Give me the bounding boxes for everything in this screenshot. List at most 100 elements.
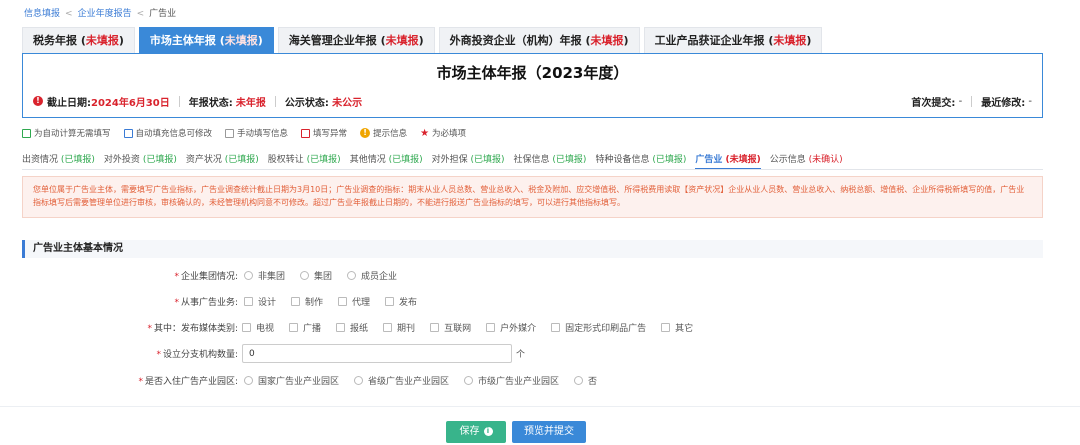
checkbox-icon	[291, 297, 301, 306]
branch-count-input[interactable]	[242, 344, 512, 363]
tab-industrial-product-report[interactable]: 工业产品获证企业年报 (未填报)	[643, 27, 823, 53]
branch-label: * 设立分支机构数量:	[156, 350, 238, 360]
info-icon: i	[483, 426, 493, 436]
radio-city-park[interactable]: 市级广告业产业园区	[464, 374, 559, 387]
nav-other[interactable]: 其他情况 (已填报)	[350, 152, 423, 170]
checkbox-outdoor[interactable]: 户外媒介	[486, 321, 536, 334]
radio-icon	[347, 271, 357, 280]
deadline-label: 截止日期:	[47, 97, 91, 109]
section-title: 广告业主体基本情况	[22, 240, 1043, 258]
blue-box-icon	[123, 128, 133, 138]
form-row-branch: *设立分支机构数量: 个	[22, 344, 525, 363]
breadcrumb-separator: <	[136, 9, 145, 19]
nav-guarantee[interactable]: 对外担保 (已填报)	[432, 152, 505, 170]
checkbox-icon	[430, 323, 440, 332]
checkbox-production[interactable]: 制作	[291, 295, 323, 308]
checkbox-periodical[interactable]: 期刊	[383, 321, 415, 334]
legend-required: ★ 为必填项	[420, 127, 467, 140]
nav-public-info[interactable]: 公示信息 (未确认)	[770, 152, 843, 170]
footer-divider	[0, 406, 1080, 407]
report-status-row: ! 截止日期: 2024年6月30日 年报状态: 未年报 公示状态: 未公示 首…	[33, 92, 1032, 110]
nav-capital[interactable]: 出资情况 (已填报)	[22, 152, 95, 170]
tab-customs-report[interactable]: 海关管理企业年报 (未填报)	[277, 27, 435, 53]
park-label: * 是否入住广告产业园区:	[138, 377, 238, 387]
radio-icon	[300, 271, 310, 280]
checkbox-agency[interactable]: 代理	[338, 295, 370, 308]
nav-investment[interactable]: 对外投资 (已填报)	[104, 152, 177, 170]
public-status-label: 公示状态:	[284, 97, 329, 109]
nav-equity-transfer[interactable]: 股权转让 (已填报)	[268, 152, 341, 170]
divider	[274, 95, 276, 107]
checkbox-other[interactable]: 其它	[661, 321, 693, 334]
radio-no-park[interactable]: 否	[574, 374, 597, 387]
radio-icon	[464, 376, 474, 385]
legend: 为自动计算无需填写 自动填充信息可修改 手动填写信息 填写异常 ! 提示信息 ★ 为…	[22, 127, 479, 139]
radio-icon	[574, 376, 584, 385]
radio-group[interactable]: 集团	[300, 269, 332, 282]
first-submit-label: 首次提交:	[911, 97, 956, 109]
checkbox-print-ad[interactable]: 固定形式印刷品广告	[551, 321, 646, 334]
checkbox-publish[interactable]: 发布	[385, 295, 417, 308]
deadline-value: 2024年6月30日	[91, 97, 170, 109]
tab-tax-report[interactable]: 税务年报 (未填报)	[22, 27, 135, 53]
report-status-value: 未年报	[235, 97, 266, 109]
checkbox-icon	[385, 297, 395, 306]
nav-divider	[22, 169, 1043, 170]
business-label: * 从事广告业务:	[174, 298, 238, 308]
last-modify-label: 最近修改:	[981, 97, 1026, 109]
red-box-icon	[301, 128, 311, 138]
last-modify-value: -	[1028, 95, 1032, 107]
public-status-value: 未公示	[332, 97, 363, 109]
nav-social-security[interactable]: 社保信息 (已填报)	[514, 152, 587, 170]
legend-auto-calc: 为自动计算无需填写	[22, 127, 111, 139]
nav-special-equipment[interactable]: 特种设备信息 (已填报)	[595, 152, 686, 170]
divider	[971, 95, 973, 107]
checkbox-icon	[244, 297, 253, 306]
section-nav: 出资情况 (已填报) 对外投资 (已填报) 资产状况 (已填报) 股权转让 (已…	[22, 152, 852, 170]
notice-box: 您单位属于广告业主体，需要填写广告业指标，广告业调查统计截止日期为3月10日；广…	[22, 176, 1043, 218]
gray-box-icon	[225, 128, 235, 138]
breadcrumb-info-fill[interactable]: 信息填报	[24, 9, 60, 19]
checkbox-design[interactable]: 设计	[244, 295, 276, 308]
breadcrumb-annual-report[interactable]: 企业年度报告	[78, 9, 132, 19]
save-button[interactable]: 保存 i	[446, 421, 506, 443]
checkbox-icon	[336, 323, 346, 332]
form-row-media: * 其中：发布媒体类别: 电视 广播 报纸 期刊 互联网 户外媒介 固定形式印刷品…	[22, 321, 708, 334]
radio-non-group[interactable]: 非集团	[244, 269, 285, 282]
checkbox-icon	[486, 323, 496, 332]
radio-member[interactable]: 成员企业	[347, 269, 397, 282]
page-title: 市场主体年报（2023年度）	[436, 64, 629, 82]
checkbox-newspaper[interactable]: 报纸	[336, 321, 368, 334]
legend-tip: ! 提示信息	[360, 127, 407, 139]
checkbox-internet[interactable]: 互联网	[430, 321, 471, 334]
radio-national-park[interactable]: 国家广告业产业园区	[244, 374, 339, 387]
preview-submit-button[interactable]: 预览并提交	[512, 421, 586, 443]
radio-provincial-park[interactable]: 省级广告业产业园区	[354, 374, 449, 387]
required-star-icon: ★	[420, 127, 430, 139]
checkbox-icon	[661, 323, 671, 332]
checkbox-icon	[242, 323, 251, 332]
divider	[178, 95, 180, 107]
breadcrumb: 信息填报 < 企业年度报告 < 广告业	[24, 6, 176, 19]
legend-error: 填写异常	[301, 127, 347, 139]
report-tabs: 税务年报 (未填报) 市场主体年报 (未填报) 海关管理企业年报 (未填报) 外…	[22, 27, 826, 53]
alert-icon: !	[33, 96, 43, 106]
breadcrumb-current: 广告业	[149, 9, 177, 19]
breadcrumb-separator: <	[65, 9, 73, 19]
tab-market-entity-report[interactable]: 市场主体年报 (未填报)	[138, 27, 274, 53]
legend-auto-fill: 自动填充信息可修改	[123, 127, 212, 139]
submission-info: 首次提交: - 最近修改: -	[911, 94, 1032, 109]
info-icon: !	[360, 128, 371, 138]
legend-manual: 手动填写信息	[225, 127, 288, 139]
group-label: * 企业集团情况:	[174, 272, 238, 282]
checkbox-icon	[338, 297, 348, 306]
checkbox-icon	[289, 323, 299, 332]
radio-icon	[244, 271, 253, 280]
nav-assets[interactable]: 资产状况 (已填报)	[186, 152, 259, 170]
green-box-icon	[22, 128, 31, 138]
media-label: * 其中：发布媒体类别:	[147, 324, 238, 334]
nav-advertising[interactable]: 广告业 (未填报)	[695, 152, 761, 170]
checkbox-tv[interactable]: 电视	[242, 321, 274, 334]
tab-foreign-investment-report[interactable]: 外商投资企业（机构）年报 (未填报)	[438, 27, 640, 53]
checkbox-radio[interactable]: 广播	[289, 321, 321, 334]
